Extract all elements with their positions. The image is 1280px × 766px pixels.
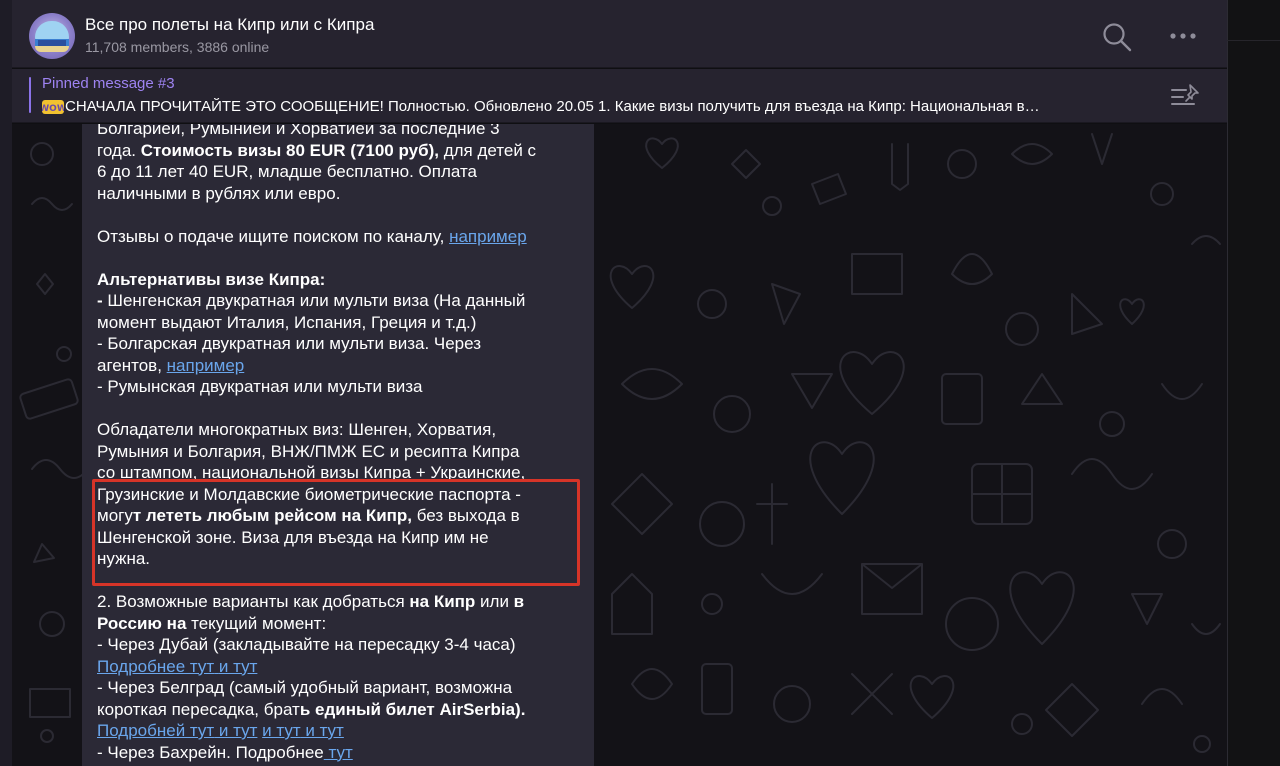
pinned-text[interactable]: СНАЧАЛА ПРОЧИТАЙТЕ ЭТО СООБЩЕНИЕ! Полнос… (65, 98, 1165, 115)
chat-window: Все про полеты на Кипр или с Кипра 11,70… (12, 0, 1227, 766)
right-panel-edge (1227, 0, 1280, 766)
message-bubble[interactable]: Болгарией, Румынией и Хорватией за после… (82, 124, 594, 766)
channel-avatar[interactable] (29, 13, 75, 59)
pinned-indicator (29, 77, 31, 113)
chat-title[interactable]: Все про полеты на Кипр или с Кипра (85, 15, 374, 35)
more-dots-icon[interactable] (1168, 26, 1198, 46)
highlight-box (92, 479, 580, 586)
pinned-label: Pinned message #3 (42, 75, 175, 92)
link-dubai-2[interactable]: и тут (214, 657, 257, 676)
link-belgrade-2[interactable]: и тут (262, 721, 300, 740)
chat-header[interactable]: Все про полеты на Кипр или с Кипра 11,70… (12, 0, 1227, 68)
link-example-2[interactable]: например (167, 356, 245, 375)
link-bahrain[interactable]: тут (324, 743, 352, 762)
link-dubai-1[interactable]: Подробнее тут (97, 657, 214, 676)
link-belgrade-3[interactable]: и тут (301, 721, 344, 740)
member-count: 11,708 members, 3886 online (85, 39, 270, 55)
svg-text:WOW: WOW (42, 104, 64, 114)
search-icon[interactable] (1101, 21, 1133, 53)
left-sidebar-edge (0, 0, 12, 766)
link-example-1[interactable]: например (449, 227, 527, 246)
pinned-list-icon[interactable] (1168, 81, 1202, 111)
link-belgrade-1[interactable]: Подробней тут и тут (97, 721, 257, 740)
chat-area[interactable]: Болгарией, Румынией и Хорватией за после… (12, 124, 1227, 766)
message-text[interactable]: Болгарией, Румынией и Хорватией за после… (97, 124, 577, 763)
wow-emoji-icon: WOW (42, 100, 64, 114)
pinned-message-bar[interactable]: Pinned message #3 WOW СНАЧАЛА ПРОЧИТАЙТЕ… (12, 69, 1227, 123)
